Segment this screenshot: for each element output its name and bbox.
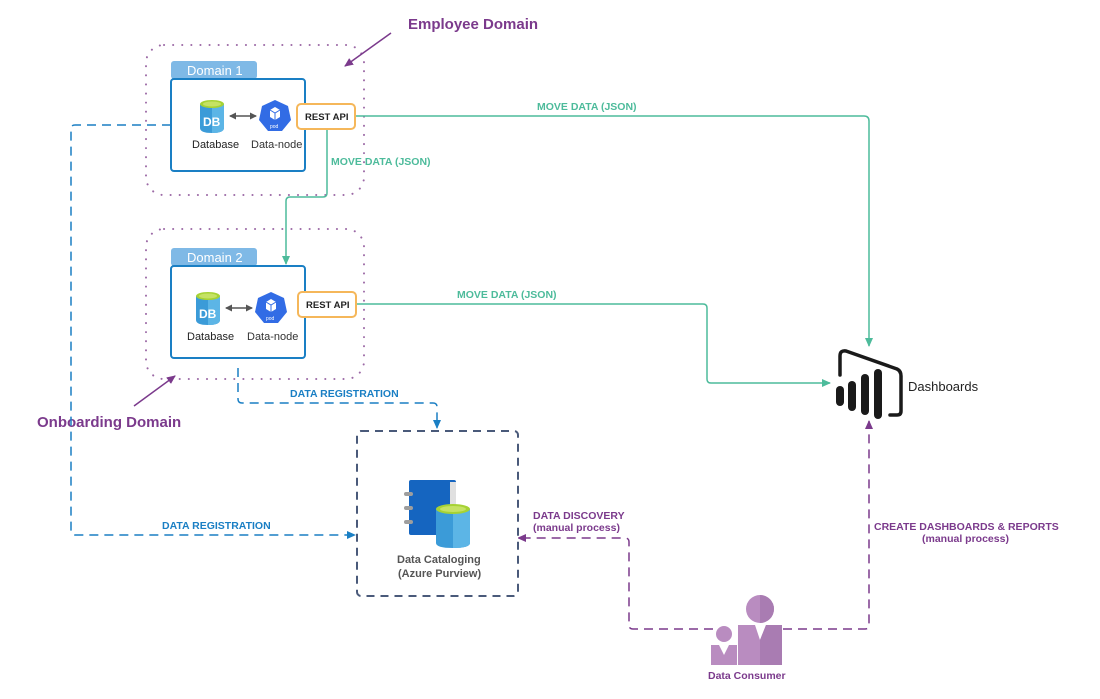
data-consumer[interactable]: Data Consumer [708,595,786,682]
domain-1-tab-label: Domain 1 [187,63,243,78]
database-label: Database [187,331,234,343]
power-bi-icon [836,349,903,419]
svg-text:pod: pod [270,124,279,130]
database-icon: DB [196,292,220,325]
rest-api-label: REST API [305,112,348,123]
flow-label-d1-registration: DATA REGISTRATION [162,520,271,532]
domain-2-rest-api[interactable]: REST API [297,291,357,318]
data-catalog-subtitle: (Azure Purview) [398,568,481,580]
domain-2[interactable]: Domain 2 DB Database pod Data-node [170,248,306,359]
data-catalog-title: Data Cataloging [397,554,481,566]
flow-label-d2-to-dashboards: MOVE DATA (JSON) [457,289,557,301]
domain-1[interactable]: Domain 1 DB Database pod Data-node [170,61,306,172]
flow-label-d1-to-dashboards: MOVE DATA (JSON) [537,101,637,113]
flow-label-data-discovery-2: (manual process) [533,522,620,534]
flow-label-d1-to-d2: MOVE DATA (JSON) [331,156,431,168]
database-label: Database [192,139,239,151]
domain-1-rest-api[interactable]: REST API [296,103,356,130]
architecture-diagram: Employee Domain Onboarding Domain MOVE D… [37,16,1059,682]
data-catalog[interactable]: Data Cataloging (Azure Purview) [356,430,519,597]
flow-d1-to-dashboards [356,115,873,347]
onboarding-domain-pointer-arrow [133,375,176,407]
onboarding-domain-annotation: Onboarding Domain [37,414,181,431]
flow-label-d2-registration: DATA REGISTRATION [290,388,399,400]
flow-d2-to-dashboards [356,303,831,387]
datanode-label: Data-node [247,331,298,343]
users-icon [711,595,782,665]
svg-text:DB: DB [203,115,221,129]
flow-data-discovery [517,534,713,630]
flow-label-data-discovery-1: DATA DISCOVERY [533,510,625,522]
svg-text:DB: DB [199,307,217,321]
dashboards[interactable]: Dashboards [836,349,979,419]
flow-label-create-dashboards-1: CREATE DASHBOARDS & REPORTS [874,521,1059,533]
datanode-label: Data-node [251,139,302,151]
database-icon: DB [200,100,224,133]
employee-domain-pointer-arrow [344,32,392,67]
rest-api-label: REST API [306,300,349,311]
data-consumer-label: Data Consumer [708,670,786,682]
flow-label-create-dashboards-2: (manual process) [922,533,1009,545]
svg-text:pod: pod [266,316,275,322]
flow-create-dashboards [783,420,873,630]
employee-domain-annotation: Employee Domain [408,16,538,33]
dashboards-label: Dashboards [908,379,979,394]
domain-2-tab-label: Domain 2 [187,250,243,265]
